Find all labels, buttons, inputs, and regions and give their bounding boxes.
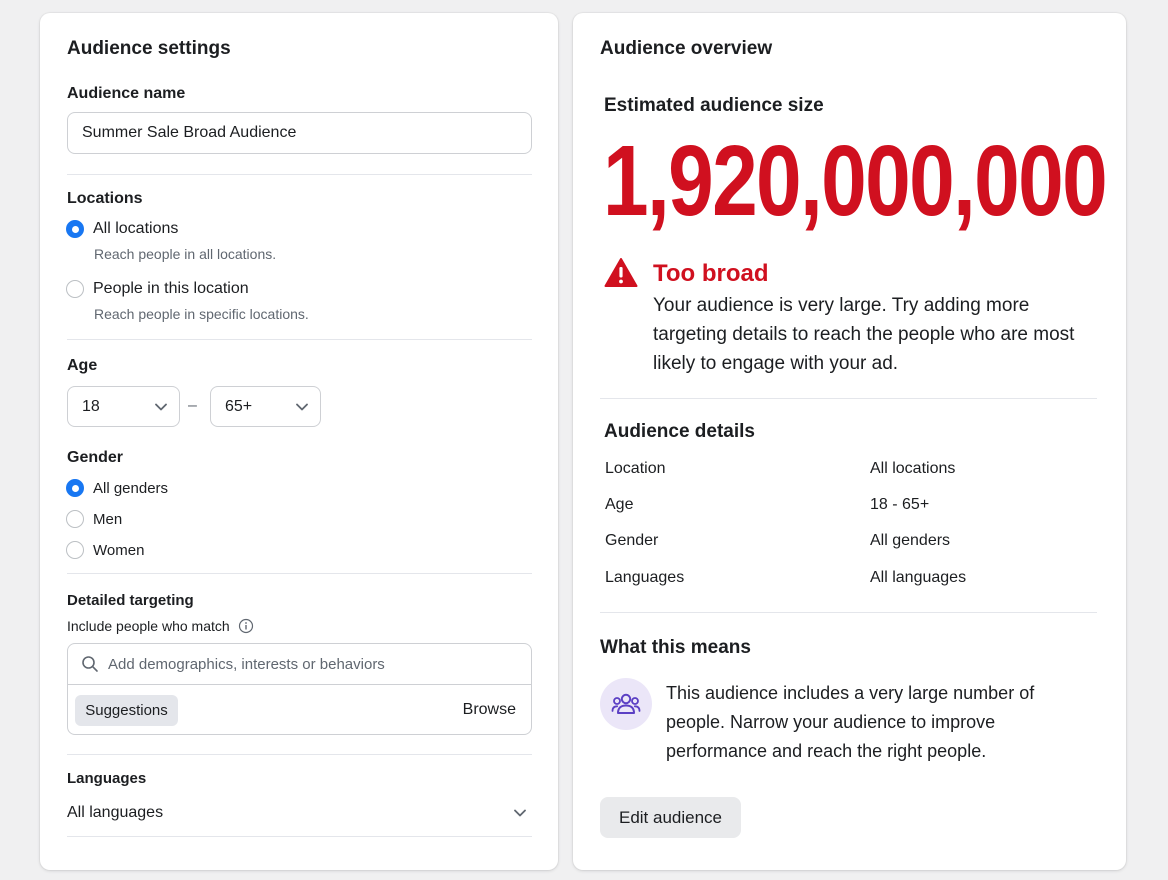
detail-key: Location — [605, 460, 666, 477]
audience-name-label: Audience name — [67, 85, 186, 102]
chevron-down-icon — [514, 809, 526, 817]
what-this-means-title: What this means — [600, 637, 751, 658]
targeting-box: Add demographics, interests or behaviors… — [67, 643, 532, 735]
suggestions-button[interactable]: Suggestions — [75, 695, 178, 726]
detail-value: All genders — [870, 532, 951, 549]
divider — [67, 836, 532, 837]
warning-triangle-icon — [604, 258, 638, 287]
detail-value: All languages — [870, 569, 967, 586]
radio-button-selected[interactable] — [66, 479, 84, 497]
estimated-audience-size: 1,920,000,000 — [603, 125, 1108, 237]
radio-specific-location[interactable]: People in this location — [66, 280, 249, 298]
radio-all-genders[interactable]: All genders — [66, 479, 168, 497]
targeting-sublabel-row: Include people who match — [67, 618, 254, 634]
radio-description: Reach people in specific locations. — [94, 306, 309, 322]
chevron-down-icon — [296, 403, 308, 410]
radio-all-locations[interactable]: All locations — [66, 220, 178, 238]
divider — [600, 398, 1097, 399]
people-group-icon — [611, 693, 641, 714]
detail-key: Gender — [605, 532, 659, 549]
age-range-separator: – — [188, 397, 197, 414]
info-icon[interactable] — [238, 618, 254, 634]
radio-label: People in this location — [93, 280, 249, 297]
audience-overview-panel: Audience overview Estimated audience siz… — [573, 13, 1126, 870]
panel-title: Audience settings — [67, 38, 231, 59]
languages-value: All languages — [67, 804, 164, 821]
browse-link[interactable]: Browse — [463, 701, 516, 719]
audience-settings-panel: Audience settings Audience name Summer S… — [40, 13, 558, 870]
detail-value: All locations — [870, 460, 956, 477]
age-label: Age — [67, 357, 98, 374]
radio-women[interactable]: Women — [66, 541, 144, 559]
divider — [67, 754, 532, 755]
warning-body: Your audience is very large. Try adding … — [653, 295, 1075, 374]
age-min-select[interactable]: 18 — [67, 386, 180, 427]
radio-label: Women — [93, 541, 145, 559]
gender-label: Gender — [67, 449, 124, 466]
audience-details-title: Audience details — [604, 421, 755, 442]
languages-select[interactable]: All languages — [67, 800, 532, 826]
radio-label: Men — [93, 510, 123, 528]
targeting-sublabel: Include people who match — [67, 618, 230, 634]
divider — [67, 339, 532, 340]
radio-label: All locations — [93, 220, 179, 237]
radio-button-selected[interactable] — [66, 220, 84, 238]
radio-men[interactable]: Men — [66, 510, 122, 528]
locations-label: Locations — [67, 190, 143, 207]
divider — [67, 174, 532, 175]
audience-name-input[interactable]: Summer Sale Broad Audience — [67, 112, 532, 154]
age-min-value: 18 — [82, 397, 100, 415]
radio-label: All genders — [93, 479, 169, 497]
languages-label: Languages — [67, 770, 147, 787]
audience-name-value: Summer Sale Broad Audience — [82, 124, 297, 141]
age-max-select[interactable]: 65+ — [210, 386, 321, 427]
panel-title: Audience overview — [600, 38, 773, 59]
divider — [67, 573, 532, 574]
detail-value: 18 - 65+ — [870, 496, 930, 513]
warning-title: Too broad — [653, 260, 769, 287]
radio-button[interactable] — [66, 510, 84, 528]
detail-key: Age — [605, 496, 634, 513]
radio-description: Reach people in all locations. — [94, 246, 277, 262]
targeting-search-input[interactable]: Add demographics, interests or behaviors — [68, 644, 531, 685]
detail-key: Languages — [605, 569, 685, 586]
search-icon — [82, 656, 98, 672]
detailed-targeting-label: Detailed targeting — [67, 592, 194, 609]
radio-button[interactable] — [66, 541, 84, 559]
age-max-value: 65+ — [225, 397, 253, 415]
divider — [600, 612, 1097, 613]
search-placeholder: Add demographics, interests or behaviors — [108, 655, 385, 673]
what-this-means-body: This audience includes a very large numb… — [666, 683, 1035, 761]
people-icon-badge — [600, 678, 652, 730]
radio-button[interactable] — [66, 280, 84, 298]
chevron-down-icon — [155, 403, 167, 410]
estimate-label: Estimated audience size — [604, 95, 824, 116]
edit-audience-button[interactable]: Edit audience — [600, 797, 741, 838]
